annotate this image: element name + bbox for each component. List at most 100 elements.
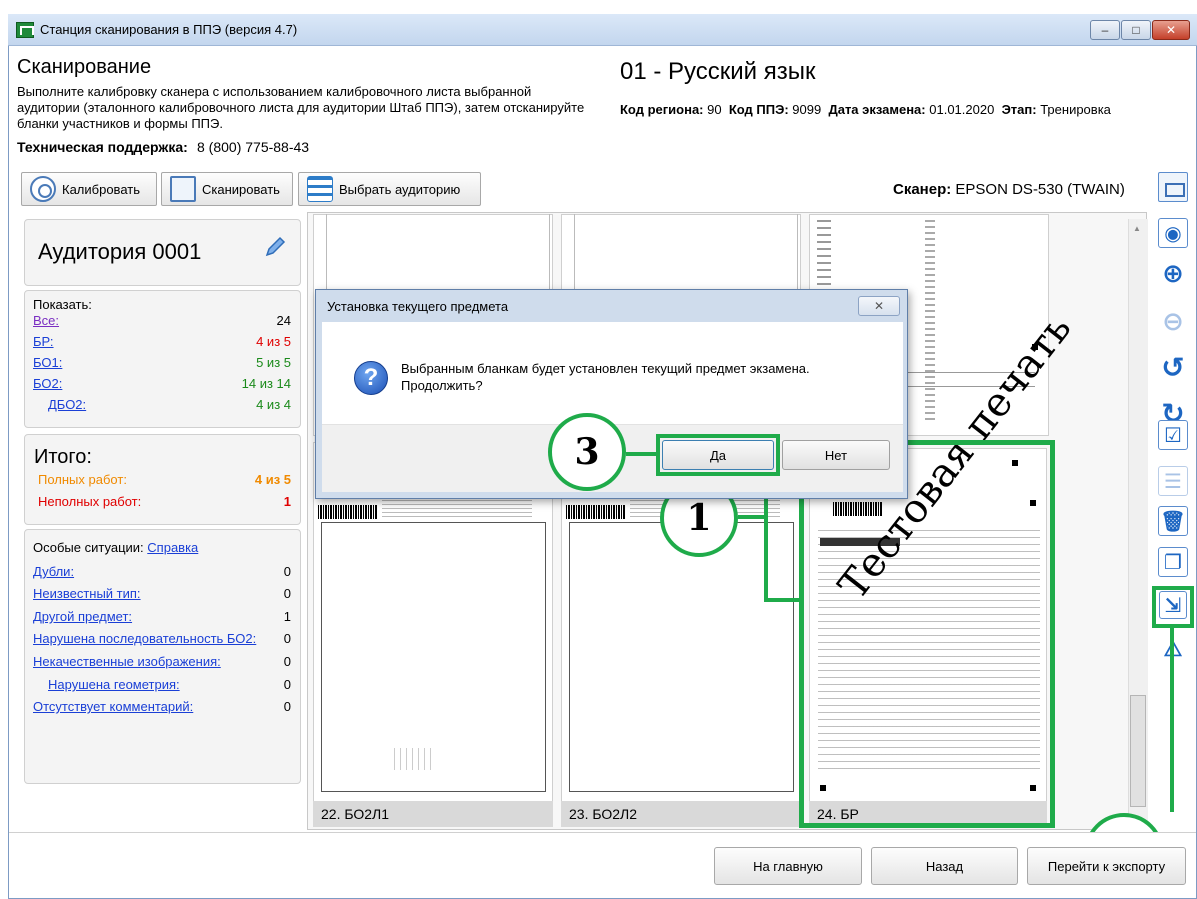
filter-label[interactable]: БО1: xyxy=(33,355,62,370)
scanner-icon xyxy=(170,176,196,202)
page-description: Выполните калибровку сканера с использов… xyxy=(17,84,585,131)
yes-highlight xyxy=(656,434,780,476)
maximize-button[interactable]: □ xyxy=(1121,20,1151,40)
special-value: 0 xyxy=(283,654,291,669)
dialog-message: Выбранным бланкам будет установлен текущ… xyxy=(401,360,881,394)
thumbnail-label: 23. БО2Л2 xyxy=(561,801,801,827)
ppe-label: Код ППЭ: xyxy=(728,102,789,117)
region-label: Код региона: xyxy=(620,102,704,117)
callout-line xyxy=(626,452,658,456)
special-value: 0 xyxy=(283,564,291,579)
special-value: 0 xyxy=(283,677,291,692)
callout-line xyxy=(1170,628,1174,812)
pencil-icon[interactable] xyxy=(262,234,288,260)
no-button[interactable]: Нет xyxy=(782,440,890,470)
filter-label[interactable]: ДБО2: xyxy=(48,397,86,412)
special-label[interactable]: Другой предмет: xyxy=(33,609,132,624)
region-value: 90 xyxy=(707,102,722,117)
page-title: Сканирование xyxy=(17,56,152,78)
special-value: 0 xyxy=(283,699,291,714)
filter-bo1[interactable]: БО1: 5 из 5 xyxy=(33,355,291,370)
dialog-title: Установка текущего предмета xyxy=(327,299,509,314)
list-icon xyxy=(307,176,333,202)
zoom-out-icon: ⊖ xyxy=(1158,306,1188,336)
filter-label[interactable]: БР: xyxy=(33,334,54,349)
question-icon: ? xyxy=(354,361,388,395)
special-label[interactable]: Дубли: xyxy=(33,564,74,579)
filter-bo2[interactable]: БО2: 14 из 14 xyxy=(33,376,291,391)
dialog-close-button[interactable]: ✕ xyxy=(858,296,900,316)
special-item[interactable]: Нарушена геометрия: 0 xyxy=(48,677,291,692)
special-item[interactable]: Другой предмет: 1 xyxy=(33,609,291,624)
special-item[interactable]: Нарушена последовательность БО2: 0 xyxy=(33,631,291,646)
help-link[interactable]: Справка xyxy=(147,540,198,555)
filter-value: 5 из 5 xyxy=(256,355,291,370)
show-title: Показать: xyxy=(33,297,92,312)
sheet-grid xyxy=(394,748,434,770)
filter-br[interactable]: БР: 4 из 5 xyxy=(33,334,291,349)
scanner-settings-icon[interactable] xyxy=(1158,172,1188,202)
total-value: 1 xyxy=(283,494,291,509)
verify-icon[interactable]: ☑ xyxy=(1158,420,1188,450)
special-value: 0 xyxy=(283,586,291,601)
filter-label[interactable]: БО2: xyxy=(33,376,62,391)
ppe-value: 9099 xyxy=(792,102,822,117)
delete-icon[interactable]: 🗑 xyxy=(1158,506,1188,536)
special-label[interactable]: Некачественные изображения: xyxy=(33,654,221,669)
gear-icon xyxy=(30,176,56,202)
filter-dbo2[interactable]: ДБО2: 4 из 4 xyxy=(48,397,291,412)
date-value: 01.01.2020 xyxy=(929,102,995,117)
select-room-label: Выбрать аудиторию xyxy=(339,181,461,197)
barcode xyxy=(318,505,378,519)
rotate-left-icon[interactable]: ↺ xyxy=(1158,352,1188,383)
close-window-button[interactable]: ✕ xyxy=(1152,20,1190,40)
scanner-value: EPSON DS-530 (TWAIN) xyxy=(955,181,1125,198)
special-header: Особые ситуации: Справка xyxy=(33,540,198,555)
thumbnail-label: 22. БО2Л1 xyxy=(313,801,553,827)
support-phone: 8 (800) 775-88-43 xyxy=(197,139,310,155)
filter-label[interactable]: Все: xyxy=(33,313,59,328)
special-label[interactable]: Отсутствует комментарий: xyxy=(33,699,193,714)
special-label[interactable]: Неизвестный тип: xyxy=(33,586,141,601)
total-incomplete: Неполных работ: 1 xyxy=(38,494,291,509)
scrollbar-thumb[interactable] xyxy=(1130,695,1146,807)
special-title: Особые ситуации: xyxy=(33,540,144,555)
filter-value: 24 xyxy=(276,313,291,328)
scanner-label: Сканер: xyxy=(893,181,952,198)
scanner-info: Сканер: EPSON DS-530 (TWAIN) xyxy=(893,181,1125,198)
scan-label: Сканировать xyxy=(202,181,280,197)
exam-meta: Код региона: 90 Код ППЭ: 9099 Дата экзам… xyxy=(620,102,1111,117)
scan-button[interactable]: Сканировать xyxy=(161,172,293,206)
total-full: Полных работ: 4 из 5 xyxy=(38,472,291,487)
export-button[interactable]: Перейти к экспорту xyxy=(1027,847,1186,885)
special-label[interactable]: Нарушена геометрия: xyxy=(48,677,180,692)
special-item[interactable]: Неизвестный тип: 0 xyxy=(33,586,291,601)
home-button[interactable]: На главную xyxy=(714,847,862,885)
view-icon[interactable]: ◉ xyxy=(1158,218,1188,248)
total-label: Неполных работ: xyxy=(38,494,142,509)
select-room-button[interactable]: Выбрать аудиторию xyxy=(298,172,481,206)
window-title: Станция сканирования в ППЭ (версия 4.7) xyxy=(40,22,298,37)
filter-value: 4 из 5 xyxy=(256,334,291,349)
special-item[interactable]: Дубли: 0 xyxy=(33,564,291,579)
calibrate-button[interactable]: Калибровать xyxy=(21,172,157,206)
special-item[interactable]: Отсутствует комментарий: 0 xyxy=(33,699,291,714)
barcode xyxy=(566,505,626,519)
callout-line xyxy=(738,515,766,519)
room-title: Аудитория 0001 xyxy=(38,239,202,264)
zoom-in-icon[interactable]: ⊕ xyxy=(1158,258,1188,288)
scroll-up-icon[interactable]: ▲ xyxy=(1133,224,1141,233)
subject-title: 01 - Русский язык xyxy=(620,58,816,85)
special-item[interactable]: Некачественные изображения: 0 xyxy=(33,654,291,669)
back-button[interactable]: Назад xyxy=(871,847,1018,885)
support-label: Техническая поддержка: xyxy=(17,139,188,155)
copy-icon[interactable]: ❐ xyxy=(1158,547,1188,577)
total-label: Полных работ: xyxy=(38,472,127,487)
special-label[interactable]: Нарушена последовательность БО2: xyxy=(33,631,256,646)
answer-area xyxy=(569,522,794,792)
filter-all[interactable]: Все: 24 xyxy=(33,313,291,328)
active-tool-highlight xyxy=(1152,586,1194,628)
sheet-marks xyxy=(925,220,935,420)
minimize-button[interactable]: – xyxy=(1090,20,1120,40)
special-value: 0 xyxy=(283,631,291,646)
